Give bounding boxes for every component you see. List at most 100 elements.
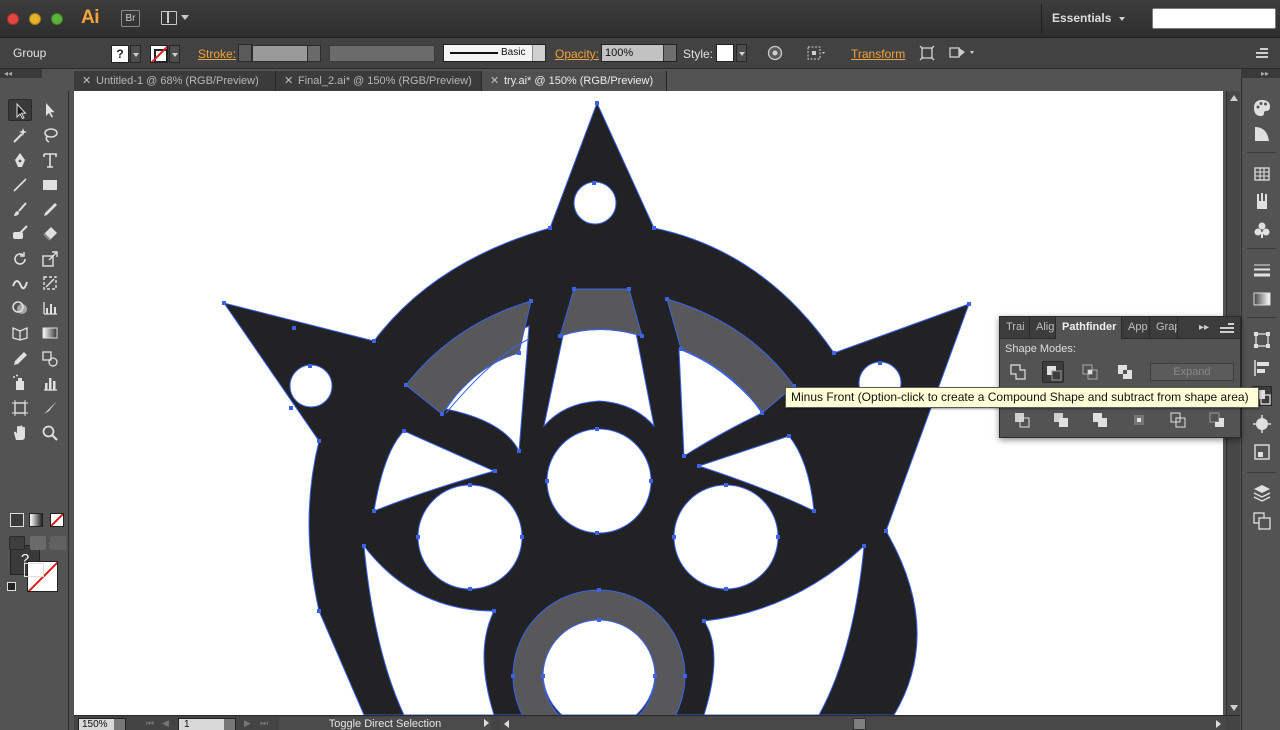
perspective-grid-tool[interactable] bbox=[8, 322, 32, 344]
isolate-group-icon[interactable] bbox=[918, 44, 936, 62]
tab-untitled-1[interactable]: ✕ Untitled-1 @ 68% (RGB/Preview) bbox=[74, 71, 276, 91]
graphic-style-swatch[interactable] bbox=[716, 44, 734, 62]
horizontal-scroll-thumb[interactable] bbox=[853, 718, 866, 730]
shape-builder-tool[interactable] bbox=[8, 297, 32, 319]
lasso-tool[interactable] bbox=[38, 124, 62, 146]
top-highlight-arc[interactable] bbox=[559, 288, 643, 337]
tools-collapse-toggle[interactable]: ◂◂ bbox=[0, 69, 42, 78]
hand-tool[interactable] bbox=[8, 422, 32, 444]
pencil-tool[interactable] bbox=[38, 199, 62, 221]
transform-again-icon[interactable] bbox=[948, 44, 978, 62]
symbol-sprayer-tool[interactable] bbox=[8, 372, 32, 394]
minus-back-button[interactable] bbox=[1206, 409, 1228, 431]
stroke-weight-dropdown[interactable] bbox=[307, 45, 321, 62]
gradient-panel-icon[interactable] bbox=[1252, 289, 1272, 309]
workspace-switcher[interactable]: Essentials bbox=[1052, 11, 1126, 25]
last-artboard-icon[interactable]: ⏭ bbox=[260, 718, 268, 729]
fill-color-swatch[interactable]: ? bbox=[111, 45, 129, 63]
draw-normal-button[interactable] bbox=[9, 536, 25, 550]
close-tab-icon[interactable]: ✕ bbox=[82, 71, 91, 91]
rotate-tool[interactable] bbox=[8, 248, 32, 270]
control-bar-menu-icon[interactable] bbox=[1256, 48, 1268, 58]
draw-inside-button[interactable] bbox=[50, 536, 66, 550]
direct-selection-tool[interactable] bbox=[38, 99, 62, 121]
artboards-icon[interactable] bbox=[1252, 511, 1272, 531]
eyedropper-tool[interactable] bbox=[8, 348, 32, 370]
pen-tool[interactable] bbox=[8, 149, 32, 171]
merge-button[interactable] bbox=[1089, 409, 1111, 431]
type-tool[interactable] bbox=[38, 149, 62, 171]
scroll-down-icon[interactable] bbox=[1230, 705, 1238, 711]
zoom-window-button[interactable] bbox=[51, 13, 63, 25]
tab-appearance[interactable]: App bbox=[1122, 317, 1150, 338]
expand-button[interactable]: Expand bbox=[1150, 363, 1234, 381]
tab-try[interactable]: ✕ try.ai* @ 150% (RGB/Preview) bbox=[482, 71, 667, 91]
emblem-main-shape[interactable] bbox=[222, 101, 970, 715]
fill-dropdown-button[interactable] bbox=[130, 45, 141, 63]
eraser-tool[interactable] bbox=[38, 222, 62, 244]
search-input[interactable] bbox=[1152, 8, 1276, 29]
unite-button[interactable] bbox=[1007, 361, 1029, 383]
gradient-mode-button[interactable] bbox=[29, 513, 43, 527]
trim-button[interactable] bbox=[1050, 409, 1072, 431]
stroke-weight-stepper[interactable] bbox=[238, 44, 252, 62]
dock-collapse-toggle[interactable]: ▸▸ bbox=[1241, 69, 1280, 78]
color-mode-button[interactable] bbox=[10, 513, 24, 527]
intersect-button[interactable] bbox=[1079, 361, 1101, 383]
transform-panel-icon[interactable] bbox=[1252, 330, 1272, 350]
line-segment-tool[interactable] bbox=[8, 174, 32, 196]
rectangle-tool[interactable] bbox=[38, 174, 62, 196]
divide-button[interactable] bbox=[1011, 409, 1033, 431]
tab-transform[interactable]: Trai bbox=[1000, 317, 1030, 338]
close-window-button[interactable] bbox=[7, 13, 19, 25]
graph-tool[interactable] bbox=[38, 297, 62, 319]
arrange-documents-button[interactable] bbox=[161, 10, 189, 27]
artboard-tool[interactable] bbox=[8, 397, 32, 419]
tab-pathfinder[interactable]: Pathfinder bbox=[1056, 317, 1122, 339]
graphic-style-dropdown[interactable] bbox=[736, 44, 747, 62]
horizontal-scrollbar[interactable] bbox=[500, 717, 1225, 730]
artboard-number-field[interactable]: 1 bbox=[178, 718, 236, 730]
symbols-icon[interactable] bbox=[1252, 220, 1272, 240]
exclude-button[interactable] bbox=[1114, 361, 1136, 383]
graphic-styles-icon[interactable] bbox=[1252, 442, 1272, 462]
scale-tool[interactable] bbox=[38, 248, 62, 270]
stroke-panel-link[interactable]: Stroke: bbox=[198, 47, 236, 61]
none-mode-button[interactable] bbox=[50, 513, 64, 527]
gradient-tool[interactable] bbox=[38, 322, 62, 344]
change-screen-mode-button[interactable] bbox=[24, 563, 44, 577]
opacity-field[interactable]: 100% bbox=[601, 44, 677, 62]
close-tab-icon[interactable]: ✕ bbox=[284, 71, 293, 91]
brush-definition-dropdown[interactable]: Basic bbox=[443, 44, 546, 62]
draw-behind-button[interactable] bbox=[30, 536, 46, 550]
layers-icon[interactable] bbox=[1252, 483, 1272, 503]
zoom-level-field[interactable]: 150% bbox=[78, 718, 126, 730]
column-graph-tool[interactable] bbox=[38, 372, 62, 394]
tab-final-2[interactable]: ✕ Final_2.ai* @ 150% (RGB/Preview) bbox=[276, 71, 482, 91]
first-artboard-icon[interactable]: ⏮ bbox=[146, 718, 154, 729]
previous-artboard-icon[interactable]: ◀ bbox=[162, 718, 169, 729]
selection-tool[interactable] bbox=[8, 99, 32, 121]
default-fill-stroke-icon[interactable] bbox=[7, 582, 16, 591]
tab-graphic-styles[interactable]: Grap bbox=[1150, 317, 1178, 338]
blob-brush-tool[interactable] bbox=[8, 222, 32, 244]
paintbrush-tool[interactable] bbox=[8, 199, 32, 221]
crop-button[interactable] bbox=[1128, 409, 1150, 431]
appearance-panel-icon[interactable] bbox=[1252, 414, 1272, 434]
stroke-panel-icon[interactable] bbox=[1252, 260, 1272, 280]
next-artboard-icon[interactable]: ▶ bbox=[244, 718, 251, 729]
stroke-weight-field[interactable] bbox=[252, 45, 309, 62]
scroll-right-icon[interactable] bbox=[1216, 720, 1221, 728]
opacity-panel-link[interactable]: Opacity: bbox=[555, 47, 599, 61]
tab-align[interactable]: Alig bbox=[1030, 317, 1056, 338]
slice-tool[interactable] bbox=[38, 397, 62, 419]
recolor-artwork-icon[interactable] bbox=[766, 44, 784, 62]
more-tabs-icon[interactable]: ▸▸ bbox=[1199, 322, 1209, 333]
close-tab-icon[interactable]: ✕ bbox=[490, 71, 499, 91]
color-guide-icon[interactable] bbox=[1252, 124, 1272, 144]
color-palette-icon[interactable] bbox=[1252, 98, 1272, 118]
outline-button[interactable] bbox=[1167, 409, 1189, 431]
minus-front-button[interactable] bbox=[1042, 361, 1064, 383]
transform-panel-link[interactable]: Transform bbox=[851, 47, 905, 61]
zoom-tool[interactable] bbox=[38, 422, 62, 444]
